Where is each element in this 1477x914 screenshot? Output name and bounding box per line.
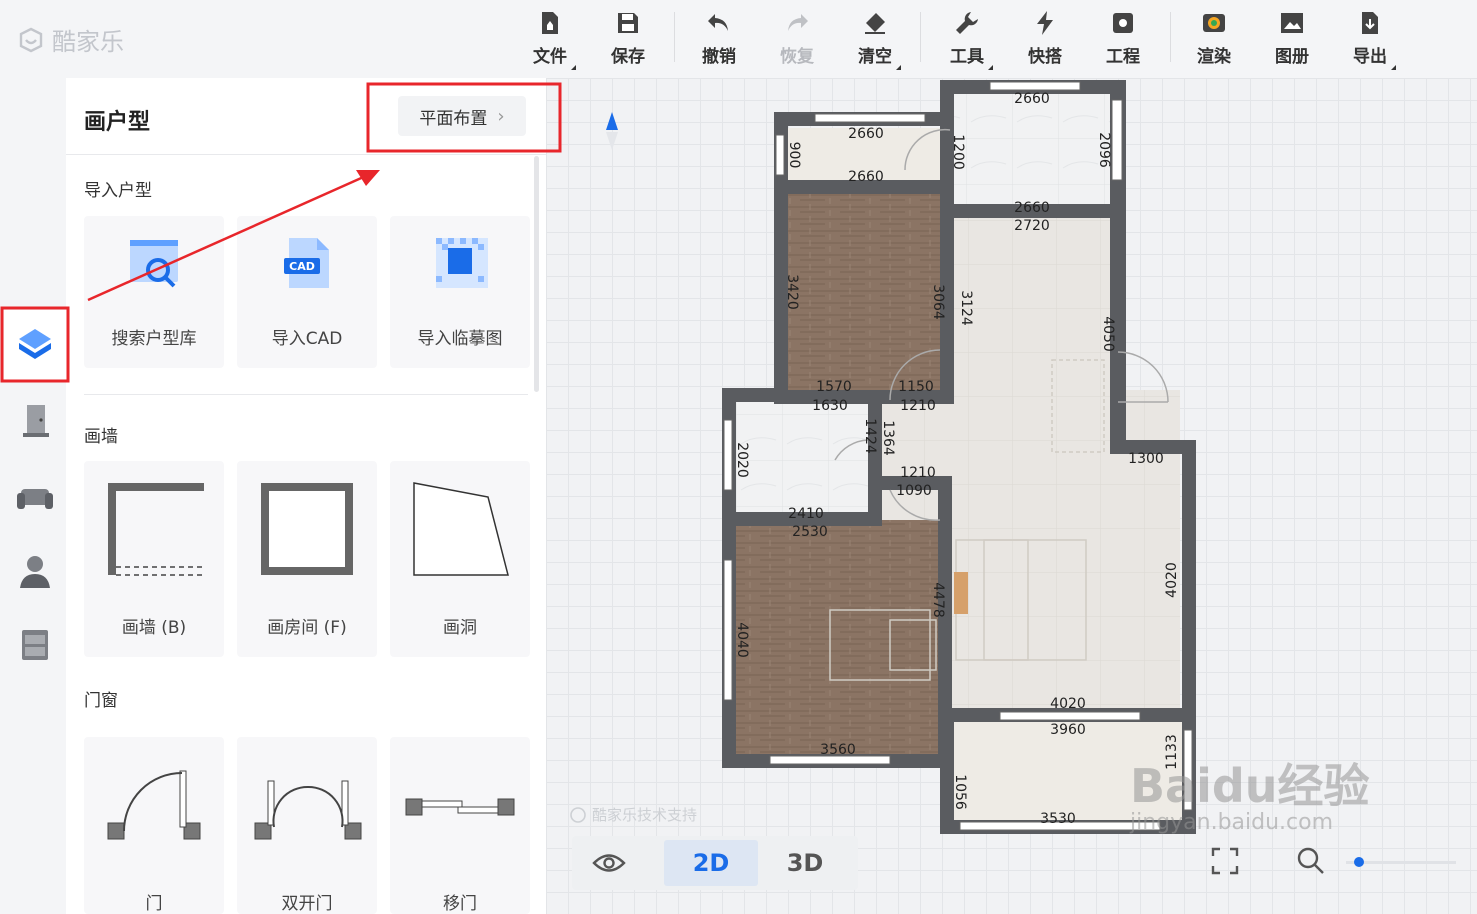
- svg-text:2020: 2020: [734, 442, 750, 478]
- bedroom-top-floor: [788, 194, 944, 392]
- svg-text:2096: 2096: [1096, 132, 1112, 168]
- svg-text:1300: 1300: [1128, 451, 1164, 467]
- svg-text:1210: 1210: [900, 398, 936, 414]
- svg-text:900: 900: [786, 142, 802, 169]
- svg-text:4020: 4020: [1164, 562, 1180, 598]
- svg-text:4040: 4040: [734, 622, 750, 658]
- svg-text:1200: 1200: [950, 134, 966, 170]
- bathroom-floor: [736, 400, 880, 514]
- visibility-toggle[interactable]: [572, 836, 646, 890]
- eye-icon: [592, 854, 626, 872]
- svg-text:1570: 1570: [816, 379, 852, 395]
- svg-text:1090: 1090: [896, 483, 932, 499]
- svg-text:3530: 3530: [1040, 811, 1076, 827]
- svg-text:1424: 1424: [862, 418, 878, 454]
- svg-text:2410: 2410: [788, 506, 824, 522]
- svg-text:1630: 1630: [812, 398, 848, 414]
- svg-text:3420: 3420: [784, 274, 800, 310]
- svg-text:2660: 2660: [1014, 200, 1050, 216]
- svg-text:3064: 3064: [930, 284, 946, 320]
- view-2d-button[interactable]: 2D: [664, 840, 758, 886]
- svg-text:4478: 4478: [930, 582, 946, 618]
- fit-screen-icon[interactable]: [1210, 846, 1240, 876]
- tech-support-text: 酷家乐技术支持: [592, 806, 698, 824]
- zoom-icon[interactable]: [1296, 846, 1326, 876]
- svg-text:1364: 1364: [880, 420, 896, 456]
- svg-text:2660: 2660: [1014, 91, 1050, 107]
- watermark-brand: Baidu经验: [1130, 759, 1370, 813]
- svg-text:1210: 1210: [900, 465, 936, 481]
- zoom-slider-handle[interactable]: [1354, 857, 1364, 867]
- view-mode-switch: 2D 3D: [572, 836, 858, 890]
- svg-text:3960: 3960: [1050, 722, 1086, 738]
- svg-text:2530: 2530: [792, 524, 828, 540]
- tech-support-label: 酷家乐技术支持: [570, 804, 697, 825]
- svg-text:4020: 4020: [1050, 696, 1086, 712]
- svg-text:2660: 2660: [848, 126, 884, 142]
- svg-text:1150: 1150: [898, 379, 934, 395]
- svg-text:2720: 2720: [1014, 218, 1050, 234]
- svg-text:1056: 1056: [952, 774, 968, 810]
- svg-text:4050: 4050: [1100, 316, 1116, 352]
- view-3d-button[interactable]: 3D: [758, 840, 852, 886]
- svg-text:3124: 3124: [958, 290, 974, 326]
- svg-text:2660: 2660: [848, 169, 884, 185]
- bedroom-bottom-floor: [736, 520, 942, 756]
- canvas-bottom-tools: [1210, 846, 1326, 876]
- support-logo-icon: [570, 806, 586, 823]
- nightstand: [954, 572, 968, 614]
- svg-text:3560: 3560: [820, 742, 856, 758]
- baidu-watermark: Baidu经验 jingyan.baidu.com: [1130, 750, 1370, 835]
